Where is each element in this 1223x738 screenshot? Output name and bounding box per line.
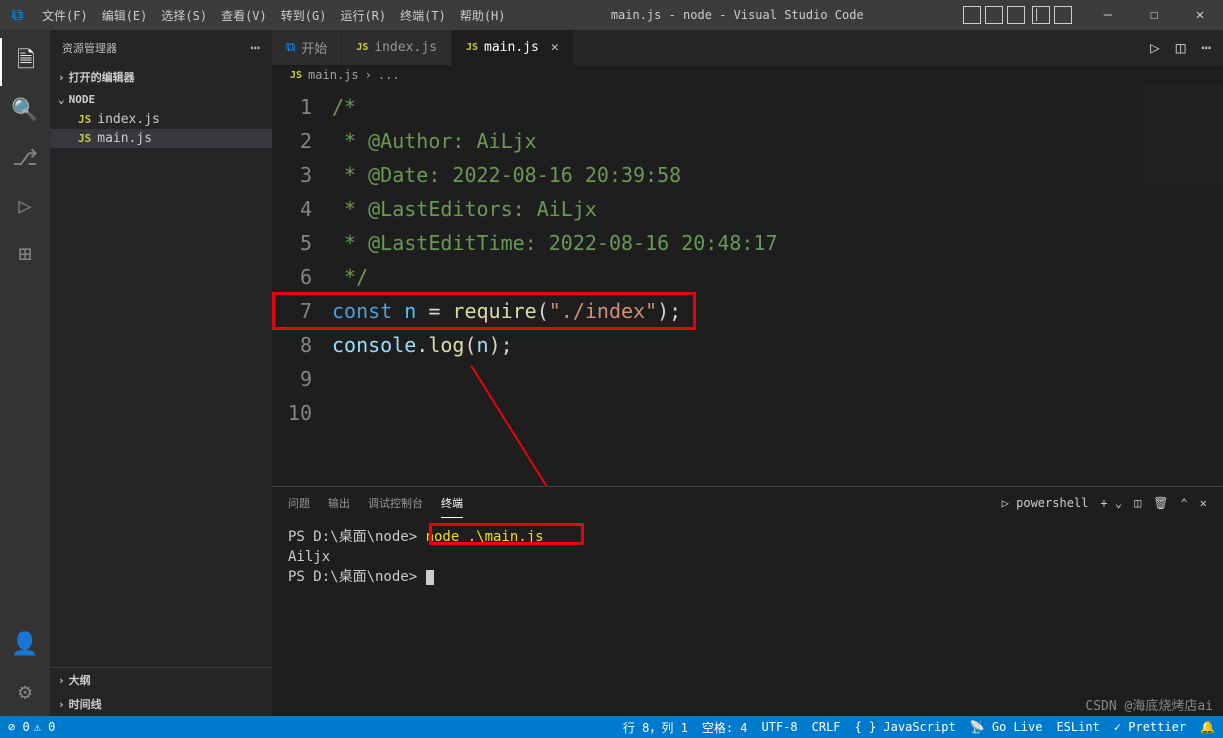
menu-item[interactable]: 选择(S) [154, 7, 214, 24]
file-main-js[interactable]: JSmain.js [50, 129, 272, 148]
open-editors-section[interactable]: ›打开的编辑器 [50, 65, 272, 89]
tab-index-js[interactable]: JSindex.js [342, 30, 452, 65]
status-cursor-pos[interactable]: 行 8，列 1 [623, 719, 688, 736]
account-icon[interactable]: 👤 [0, 620, 50, 668]
panel-tab-terminal[interactable]: 终端 [441, 489, 463, 518]
menu-item[interactable]: 转到(G) [274, 7, 334, 24]
project-section[interactable]: ⌄NODE [50, 89, 272, 110]
panel-tab-problems[interactable]: 问题 [288, 489, 310, 517]
panel-tab-debug[interactable]: 调试控制台 [368, 489, 423, 517]
close-button[interactable]: ✕ [1177, 0, 1223, 30]
status-language[interactable]: { } JavaScript [855, 720, 956, 734]
debug-icon[interactable]: ▷ [0, 182, 50, 230]
split-editor-icon[interactable]: ◫ [1176, 38, 1186, 57]
tab-welcome[interactable]: ⧉开始 [272, 30, 342, 65]
menu-item[interactable]: 运行(R) [333, 7, 393, 24]
breadcrumb[interactable]: JSmain.js›... [272, 65, 1223, 85]
status-prettier[interactable]: ✓ Prettier [1114, 720, 1186, 734]
editor-tabs: ⧉开始 JSindex.js JSmain.js✕ ▷ ◫ ⋯ [272, 30, 1223, 65]
bottom-panel: 问题 输出 调试控制台 终端 ▷ powershell + ⌄ ◫ 🗑 ⌃ ✕ … [272, 486, 1223, 716]
status-eslint[interactable]: ESLint [1056, 720, 1099, 734]
status-eol[interactable]: CRLF [812, 720, 841, 734]
layout-icons[interactable]: | [962, 6, 1073, 24]
status-bar: ⊘ 0 ⚠ 0 行 8，列 1 空格: 4 UTF-8 CRLF { } Jav… [0, 716, 1223, 738]
window-title: main.js - node - Visual Studio Code [513, 8, 963, 22]
menu-item[interactable]: 终端(T) [393, 7, 453, 24]
maximize-button[interactable]: ☐ [1131, 0, 1177, 30]
close-icon[interactable]: ✕ [551, 40, 559, 55]
tab-main-js[interactable]: JSmain.js✕ [452, 30, 574, 65]
explorer-icon[interactable]: 🗎 [0, 38, 50, 86]
sidebar: 资源管理器 ⋯ ›打开的编辑器 ⌄NODE JSindex.js JSmain.… [50, 30, 272, 716]
menu-item[interactable]: 帮助(H) [453, 7, 513, 24]
status-errors[interactable]: ⊘ 0 [8, 720, 30, 734]
terminal-shell[interactable]: ▷ powershell [1002, 496, 1089, 510]
maximize-panel-icon[interactable]: ⌃ [1181, 496, 1188, 510]
more-actions-icon[interactable]: ⋯ [1201, 38, 1211, 57]
file-index-js[interactable]: JSindex.js [50, 110, 272, 129]
more-icon[interactable]: ⋯ [250, 38, 260, 57]
minimap[interactable] [1143, 85, 1223, 185]
titlebar: ⧉ 文件(F)编辑(E)选择(S)查看(V)转到(G)运行(R)终端(T)帮助(… [0, 0, 1223, 30]
close-panel-icon[interactable]: ✕ [1200, 496, 1207, 510]
split-terminal-icon[interactable]: ◫ [1134, 496, 1141, 510]
extensions-icon[interactable]: ⊞ [0, 230, 50, 278]
status-notifications[interactable]: 🔔 [1200, 720, 1215, 734]
activity-bar: 🗎 🔍 ⎇ ▷ ⊞ 👤 ⚙ [0, 30, 50, 716]
kill-terminal-icon[interactable]: 🗑 [1153, 496, 1168, 510]
outline-section[interactable]: ›大纲 [50, 668, 272, 692]
code-editor[interactable]: 12345678910 /* * @Author: AiLjx * @Date:… [272, 85, 1223, 486]
status-indent[interactable]: 空格: 4 [702, 719, 748, 736]
status-golive[interactable]: 📡 Go Live [970, 720, 1043, 734]
menu-item[interactable]: 编辑(E) [95, 7, 155, 24]
menu-item[interactable]: 查看(V) [214, 7, 274, 24]
line-numbers: 12345678910 [272, 85, 332, 486]
menu-item[interactable]: 文件(F) [35, 7, 95, 24]
status-warnings[interactable]: ⚠ 0 [34, 720, 56, 734]
sidebar-title: 资源管理器 [62, 40, 117, 56]
vscode-icon: ⧉ [0, 5, 35, 25]
timeline-section[interactable]: ›时间线 [50, 692, 272, 716]
terminal[interactable]: PS D:\桌面\node> node .\main.js Ailjx PS D… [272, 519, 1223, 716]
settings-icon[interactable]: ⚙ [0, 668, 50, 716]
panel-tab-output[interactable]: 输出 [328, 489, 350, 517]
status-encoding[interactable]: UTF-8 [762, 720, 798, 734]
search-icon[interactable]: 🔍 [0, 86, 50, 134]
run-icon[interactable]: ▷ [1150, 38, 1160, 57]
source-control-icon[interactable]: ⎇ [0, 134, 50, 182]
new-terminal-icon[interactable]: + ⌄ [1100, 496, 1122, 510]
minimize-button[interactable]: — [1085, 0, 1131, 30]
